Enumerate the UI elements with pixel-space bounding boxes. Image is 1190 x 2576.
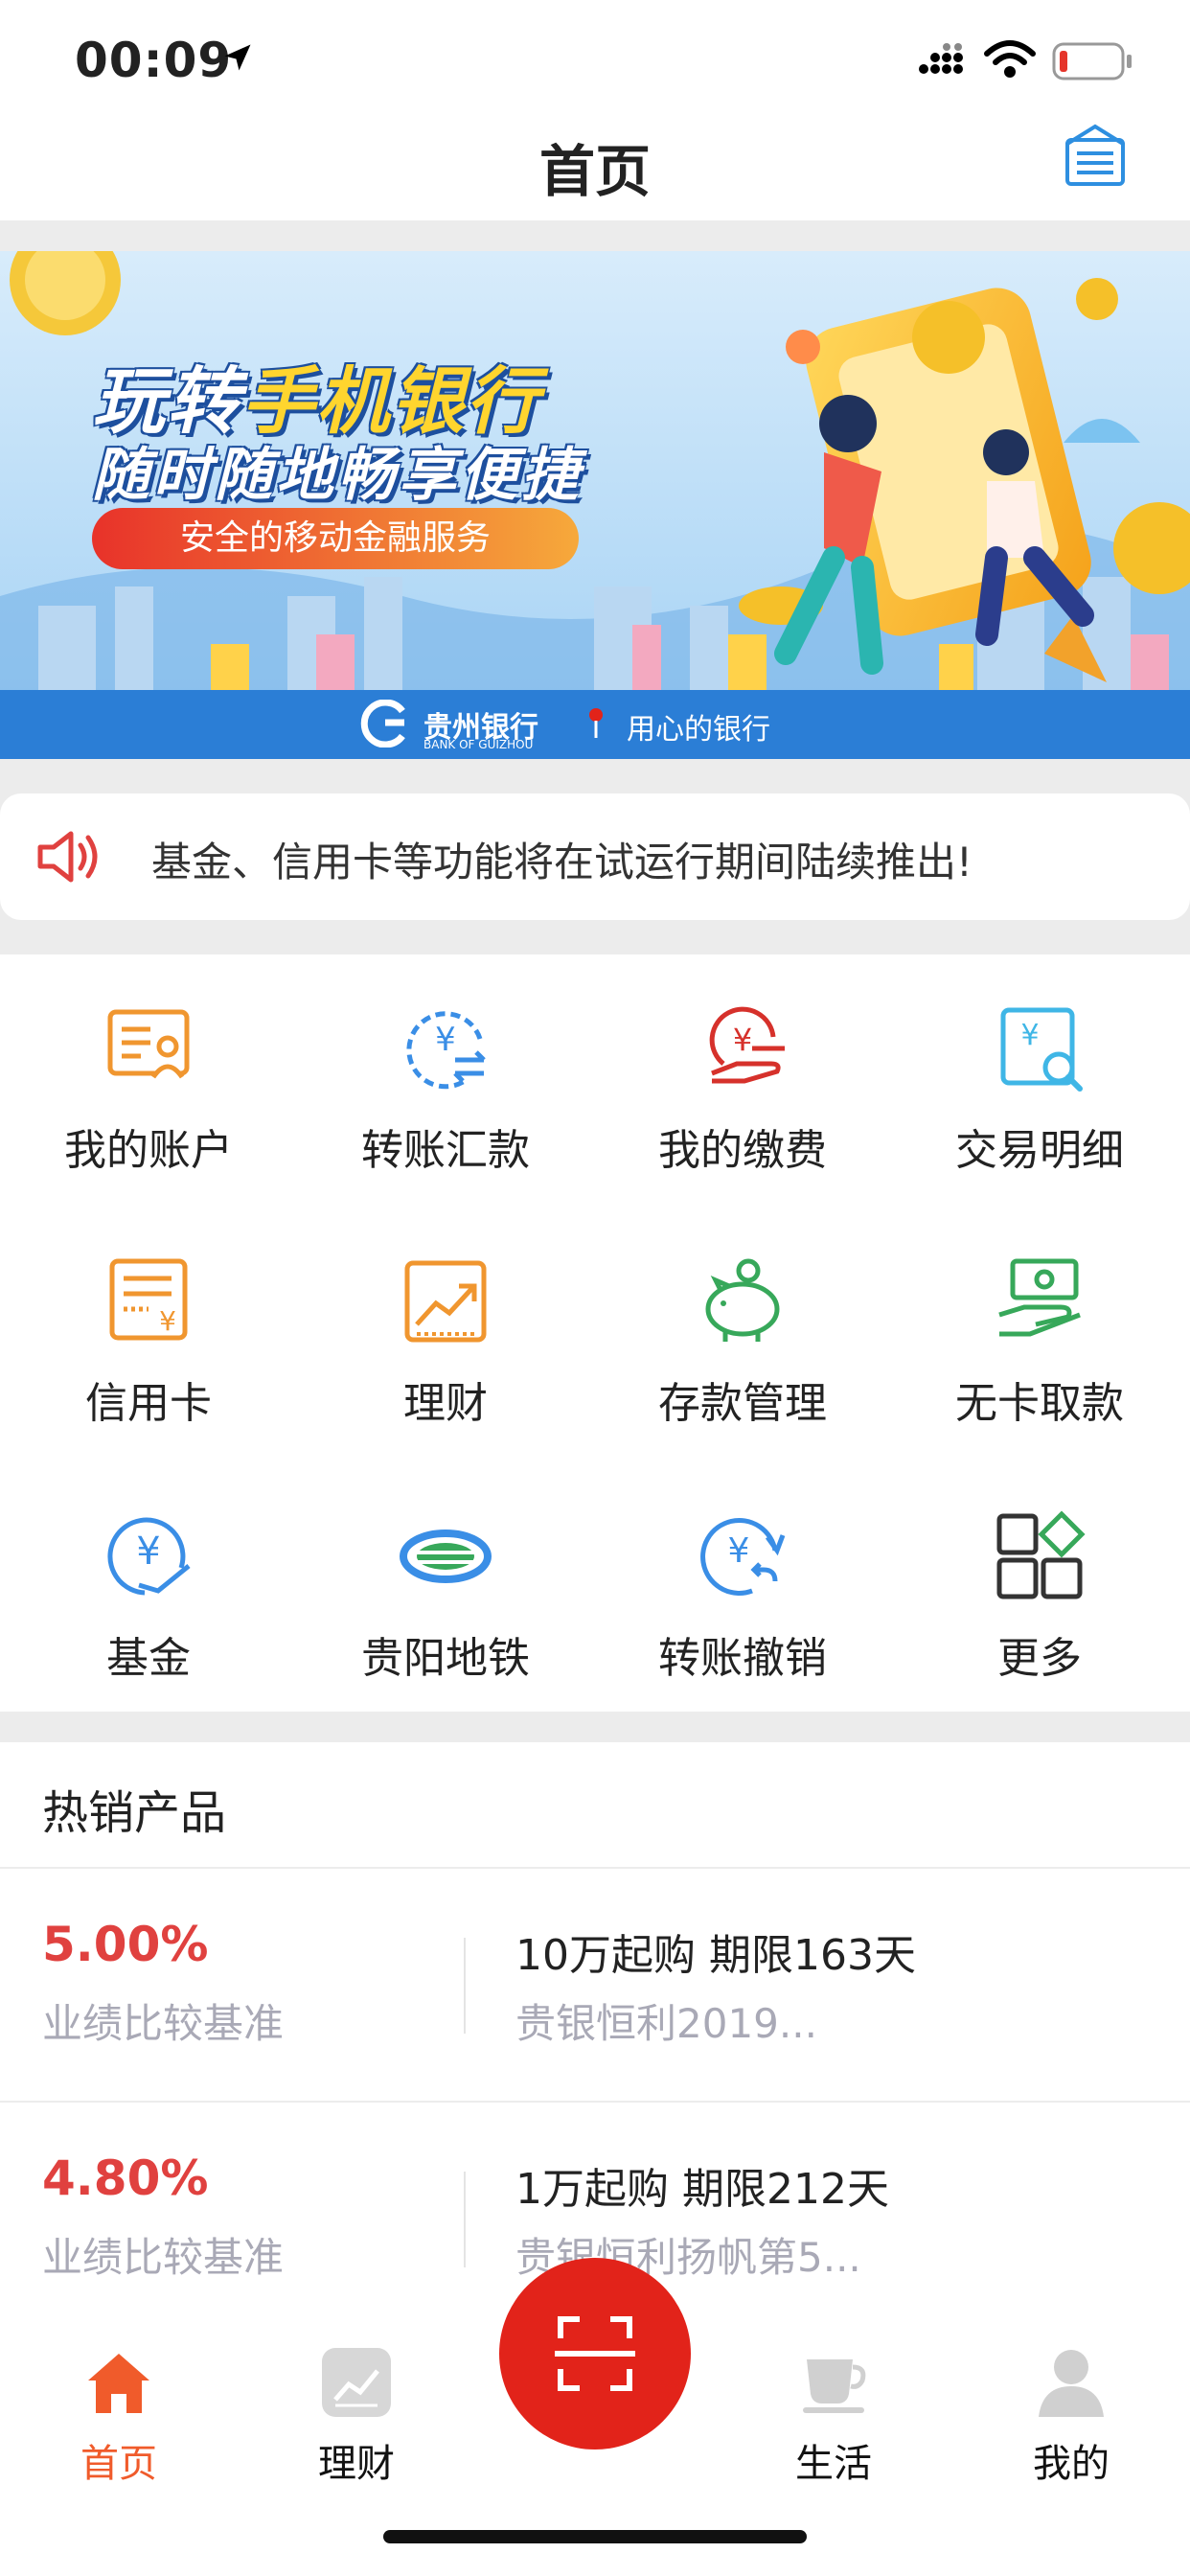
- svg-text:¥: ¥: [1020, 1019, 1039, 1052]
- speaker-icon: [37, 831, 98, 883]
- grid-item-label: 我的账户: [64, 1126, 233, 1175]
- fund-icon: ¥: [107, 1517, 191, 1596]
- product-name: 贵银恒利2019...: [515, 2000, 817, 2047]
- piggy-bank-icon: [705, 1258, 780, 1342]
- grid-item-transfer[interactable]: ¥ 转账汇款: [297, 1000, 594, 1192]
- wifi-icon: [984, 40, 1036, 78]
- wealth-icon: [322, 2348, 391, 2417]
- home-icon: [88, 2354, 149, 2413]
- product-rate: 4.80%: [42, 2150, 209, 2206]
- grid-item-label: 理财: [403, 1379, 488, 1428]
- tab-label: 理财: [318, 2442, 395, 2486]
- divider: [464, 2172, 466, 2267]
- product-summary: 10万起购 期限163天: [515, 1931, 916, 1980]
- tab-label: 我的: [1033, 2442, 1110, 2486]
- page-title: 首页: [538, 139, 651, 204]
- metro-icon: [400, 1530, 492, 1583]
- message-icon[interactable]: [1062, 123, 1129, 190]
- scan-icon: [555, 2316, 635, 2391]
- product-rate: 5.00%: [42, 1917, 209, 1972]
- grid-item-label: 存款管理: [658, 1379, 827, 1428]
- svg-text:¥: ¥: [159, 1305, 176, 1337]
- banner-footer: 贵州银行 BANK OF GUIZHOU 用心的银行: [0, 690, 1190, 759]
- grid-item-label: 我的缴费: [658, 1126, 827, 1175]
- tab-life[interactable]: 生活: [738, 2300, 929, 2492]
- grid-item-credit-card[interactable]: ¥ 信用卡: [0, 1254, 297, 1445]
- status-bar: 00:09: [0, 0, 1190, 115]
- tab-wealth[interactable]: 理财: [261, 2300, 452, 2492]
- grid-item-cardless-withdraw[interactable]: 无卡取款: [891, 1254, 1188, 1445]
- coffee-cup-icon: [803, 2359, 866, 2413]
- svg-text:¥: ¥: [728, 1531, 750, 1571]
- bank-logo-icon: [360, 700, 405, 748]
- transfer-icon: ¥: [406, 1011, 486, 1090]
- notice-text: 基金、信用卡等功能将在试运行期间陆续推出!: [151, 839, 973, 886]
- tab-label: 首页: [80, 2442, 157, 2486]
- scan-button[interactable]: [499, 2258, 691, 2450]
- grid-item-label: 信用卡: [85, 1379, 212, 1428]
- bank-slogan: 用心的银行: [627, 713, 770, 747]
- banner-pill: 安全的移动金融服务: [92, 508, 579, 569]
- nav-bar: 首页: [0, 115, 1190, 220]
- divider: [464, 1938, 466, 2034]
- grid-item-label: 转账撤销: [658, 1634, 827, 1683]
- grid-item-label: 无卡取款: [955, 1379, 1124, 1428]
- tab-mine[interactable]: 我的: [975, 2300, 1167, 2492]
- wealth-chart-icon: [404, 1260, 487, 1343]
- grid-item-label: 基金: [106, 1634, 191, 1683]
- tab-home[interactable]: 首页: [23, 2300, 215, 2492]
- more-grid-icon: [996, 1510, 1086, 1599]
- svg-text:¥: ¥: [435, 1021, 456, 1059]
- grid-item-label: 交易明细: [955, 1126, 1124, 1175]
- battery-icon: [1052, 42, 1132, 80]
- grid-item-label: 转账汇款: [361, 1126, 530, 1175]
- grid-item-transaction-detail[interactable]: ¥ 交易明细: [891, 1000, 1188, 1192]
- svg-text:¥: ¥: [733, 1022, 752, 1058]
- grid-item-transfer-cancel[interactable]: ¥ 转账撤销: [594, 1508, 891, 1700]
- grid-item-label: 贵阳地铁: [361, 1634, 530, 1683]
- location-arrow-icon: [224, 44, 251, 71]
- pin-icon: [589, 708, 603, 738]
- banner-subheadline: 随时随地畅享便捷: [92, 442, 583, 509]
- grid-item-wealth[interactable]: 理财: [297, 1254, 594, 1445]
- bank-name-en: BANK OF GUIZHOU: [423, 738, 534, 751]
- grid-item-more[interactable]: 更多: [891, 1508, 1188, 1700]
- notice-bar[interactable]: 基金、信用卡等功能将在试运行期间陆续推出!: [0, 794, 1190, 920]
- section-title: 热销产品: [42, 1786, 227, 1840]
- svg-text:¥: ¥: [136, 1530, 160, 1574]
- grid-item-label: 更多: [997, 1634, 1082, 1683]
- transaction-detail-icon: ¥: [1000, 1007, 1083, 1092]
- cardless-withdraw-icon: [998, 1258, 1081, 1337]
- grid-item-deposit[interactable]: 存款管理: [594, 1254, 891, 1445]
- account-icon: [107, 1009, 190, 1079]
- function-grid: 我的账户 ¥ 转账汇款 ¥ 我的缴费 ¥ 交易明细 ¥ 信用卡 理财 存款管理 …: [0, 954, 1190, 1712]
- home-indicator: [383, 2530, 807, 2543]
- product-rate-label: 业绩比较基准: [42, 2234, 285, 2281]
- grid-item-my-account[interactable]: 我的账户: [0, 1000, 297, 1192]
- product-row[interactable]: 5.00% 业绩比较基准 10万起购 期限163天 贵银恒利2019...: [0, 1869, 1190, 2099]
- profile-icon: [1039, 2350, 1104, 2417]
- grid-item-fund[interactable]: ¥ 基金: [0, 1508, 297, 1700]
- transfer-cancel-icon: ¥: [700, 1518, 786, 1596]
- hot-products-section: 热销产品 5.00% 业绩比较基准 10万起购 期限163天 贵银恒利2019.…: [0, 1742, 1190, 2317]
- credit-card-icon: ¥: [109, 1258, 188, 1341]
- tab-label: 生活: [795, 2442, 872, 2486]
- payment-icon: ¥: [709, 1006, 785, 1084]
- cellular-signal-icon: [919, 43, 963, 74]
- grid-item-my-payment[interactable]: ¥ 我的缴费: [594, 1000, 891, 1192]
- grid-item-guiyang-metro[interactable]: 贵阳地铁: [297, 1508, 594, 1700]
- status-time: 00:09: [75, 33, 233, 88]
- promo-banner[interactable]: 玩转手机银行 随时随地畅享便捷 安全的移动金融服务 贵州银行 BANK OF G…: [0, 251, 1190, 759]
- product-rate-label: 业绩比较基准: [42, 2000, 285, 2047]
- product-summary: 1万起购 期限212天: [515, 2165, 889, 2214]
